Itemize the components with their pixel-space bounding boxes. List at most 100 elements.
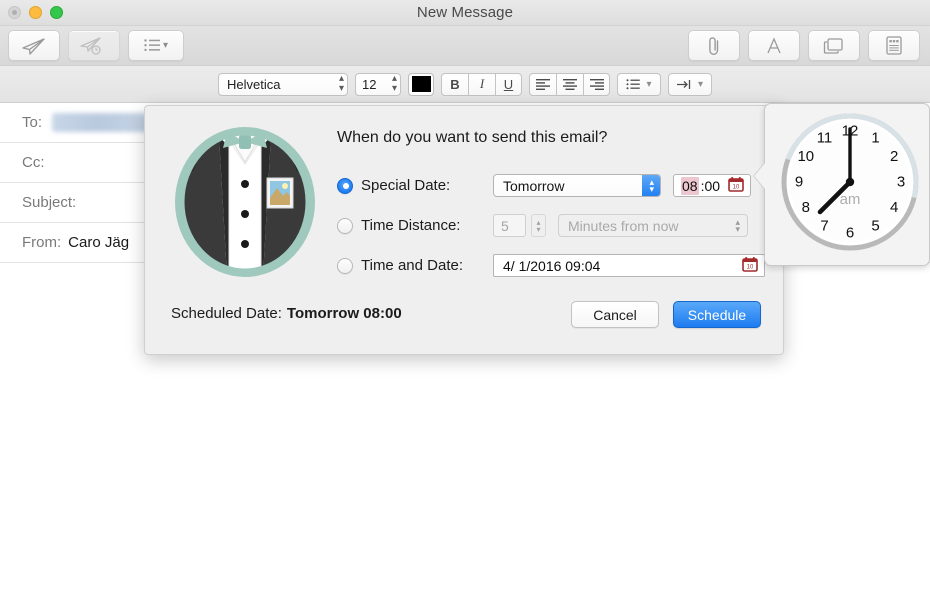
label-time-and-date: Time and Date: [361, 257, 463, 274]
time-distance-stepper[interactable]: ▴ ▾ [531, 214, 546, 237]
stepper-icon[interactable]: ▴ ▾ [728, 215, 747, 236]
align-left-icon [536, 78, 550, 90]
dialog-button-group: Cancel Schedule [571, 301, 761, 328]
special-date-select[interactable]: Tomorrow ▴ ▾ [493, 174, 661, 197]
title-bar: New Message [0, 0, 930, 26]
font-family-value: Helvetica [227, 76, 281, 92]
chevron-down-icon: ▾ [646, 78, 652, 90]
header-fields-button[interactable]: ▾ [128, 30, 184, 61]
format-button[interactable] [748, 30, 800, 61]
indent-icon [676, 79, 691, 89]
stationery-button[interactable] [868, 30, 920, 61]
special-date-value: Tomorrow [503, 177, 565, 194]
dialog-title: When do you want to send this email? [337, 129, 608, 146]
time-distance-amount-input[interactable]: 5 [493, 214, 526, 237]
calendar-icon[interactable]: 10 [728, 176, 744, 195]
svg-text:6: 6 [846, 225, 854, 242]
time-distance-unit-select[interactable]: Minutes from now ▴ ▾ [558, 214, 748, 237]
svg-text:10: 10 [797, 148, 814, 165]
time-distance-amount-value: 5 [501, 217, 509, 234]
alignment-group [529, 72, 610, 96]
photos-icon [823, 37, 843, 54]
align-left-button[interactable] [529, 72, 556, 96]
toolbar-right-group [688, 30, 920, 61]
underline-button[interactable]: U [495, 72, 522, 96]
svg-text:2: 2 [890, 148, 898, 165]
time-distance-unit-value: Minutes from now [568, 217, 679, 234]
lists-button[interactable]: ▾ [617, 72, 661, 96]
time-minute: :00 [700, 177, 721, 194]
stepper-icon: ▴ ▾ [391, 73, 397, 94]
postage-stamp-icon [266, 177, 294, 209]
time-and-date-input[interactable]: 4/ 1/2016 09:04 10 [493, 254, 765, 277]
chevron-down-icon: ▾ [697, 78, 704, 90]
popover-beak [754, 162, 766, 190]
label-time-distance: Time Distance: [361, 217, 461, 234]
italic-button[interactable]: I [468, 72, 495, 96]
schedule-email-dialog: When do you want to send this email? Spe… [144, 105, 784, 355]
svg-text:11: 11 [817, 129, 833, 146]
font-family-select[interactable]: Helvetica ▴ ▾ [218, 72, 348, 96]
scheduled-date-value: Tomorrow 08:00 [286, 305, 402, 322]
indent-button[interactable]: ▾ [668, 72, 712, 96]
stepper-icon[interactable]: ▴ ▾ [642, 175, 660, 196]
scheduled-date-summary: Scheduled Date: Tomorrow 08:00 [171, 305, 402, 322]
time-hour-selected: 08 [681, 176, 699, 195]
align-center-button[interactable] [556, 72, 583, 96]
mail-compose-window: New Message ▾ Helvetica ▴ ▾ 12 ▴ ▾ B I U… [0, 0, 930, 594]
cancel-button[interactable]: Cancel [571, 301, 659, 328]
option-row-time-distance: Time Distance: 5 ▴ ▾ Minutes from now ▴ ▾ [337, 214, 748, 237]
stepper-icon: ▴ ▾ [338, 73, 344, 94]
time-picker-clock-popover: 12 1 2 3 4 5 6 7 8 9 10 11 am [754, 103, 930, 266]
text-style-group: B I U [441, 72, 522, 96]
attach-button[interactable] [688, 30, 740, 61]
from-field-label: From: [22, 234, 62, 251]
toolbar-left-group: ▾ [8, 30, 184, 61]
align-center-icon [563, 78, 577, 90]
stationery-icon [886, 36, 902, 55]
list-icon [144, 39, 160, 52]
radio-special-date[interactable] [337, 177, 353, 194]
calendar-icon[interactable]: 10 [742, 256, 758, 275]
svg-text:1: 1 [871, 129, 879, 146]
cc-field-label: Cc: [22, 154, 45, 171]
format-toolbar: Helvetica ▴ ▾ 12 ▴ ▾ B I U ▾ ▾ [0, 66, 930, 103]
paper-plane-icon [22, 37, 45, 55]
option-row-special-date: Special Date: Tomorrow ▴ ▾ 08 :00 10 [337, 174, 751, 197]
to-field-label: To: [22, 114, 43, 131]
text-color-swatch[interactable] [408, 72, 434, 96]
list-icon [626, 78, 641, 89]
align-right-button[interactable] [583, 72, 610, 96]
svg-text:7: 7 [820, 218, 828, 235]
schedule-button[interactable]: Schedule [673, 301, 761, 328]
calendar-day-number: 10 [733, 184, 740, 190]
clock-center-pin [845, 177, 855, 187]
font-size-value: 12 [362, 76, 377, 92]
special-date-time-field[interactable]: 08 :00 10 [673, 174, 751, 197]
clock-meridiem: am [840, 191, 861, 208]
svg-text:8: 8 [802, 199, 810, 216]
radio-time-and-date[interactable] [337, 257, 353, 274]
from-field-value: Caro Jäg [68, 234, 130, 251]
tuxedo-icon [175, 127, 315, 277]
svg-text:3: 3 [897, 174, 905, 191]
bold-button[interactable]: B [441, 72, 468, 96]
scheduled-date-label: Scheduled Date: [171, 305, 282, 322]
svg-text:5: 5 [871, 218, 879, 235]
radio-time-distance[interactable] [337, 217, 353, 234]
color-chip [411, 76, 431, 92]
svg-text:4: 4 [890, 199, 898, 216]
chevron-down-icon: ▾ [162, 40, 169, 51]
align-right-icon [589, 78, 604, 90]
send-later-button[interactable] [68, 30, 120, 61]
letter-a-icon [767, 36, 781, 53]
subject-field-label: Subject: [22, 194, 77, 211]
font-size-select[interactable]: 12 ▴ ▾ [355, 72, 401, 96]
calendar-day-number: 10 [747, 264, 754, 270]
paperclip-icon [709, 36, 719, 55]
paper-plane-clock-icon [80, 36, 101, 55]
analog-clock[interactable]: 12 1 2 3 4 5 6 7 8 9 10 11 am [780, 112, 920, 252]
svg-text:9: 9 [795, 174, 803, 191]
send-button[interactable] [8, 30, 60, 61]
photo-browser-button[interactable] [808, 30, 860, 61]
